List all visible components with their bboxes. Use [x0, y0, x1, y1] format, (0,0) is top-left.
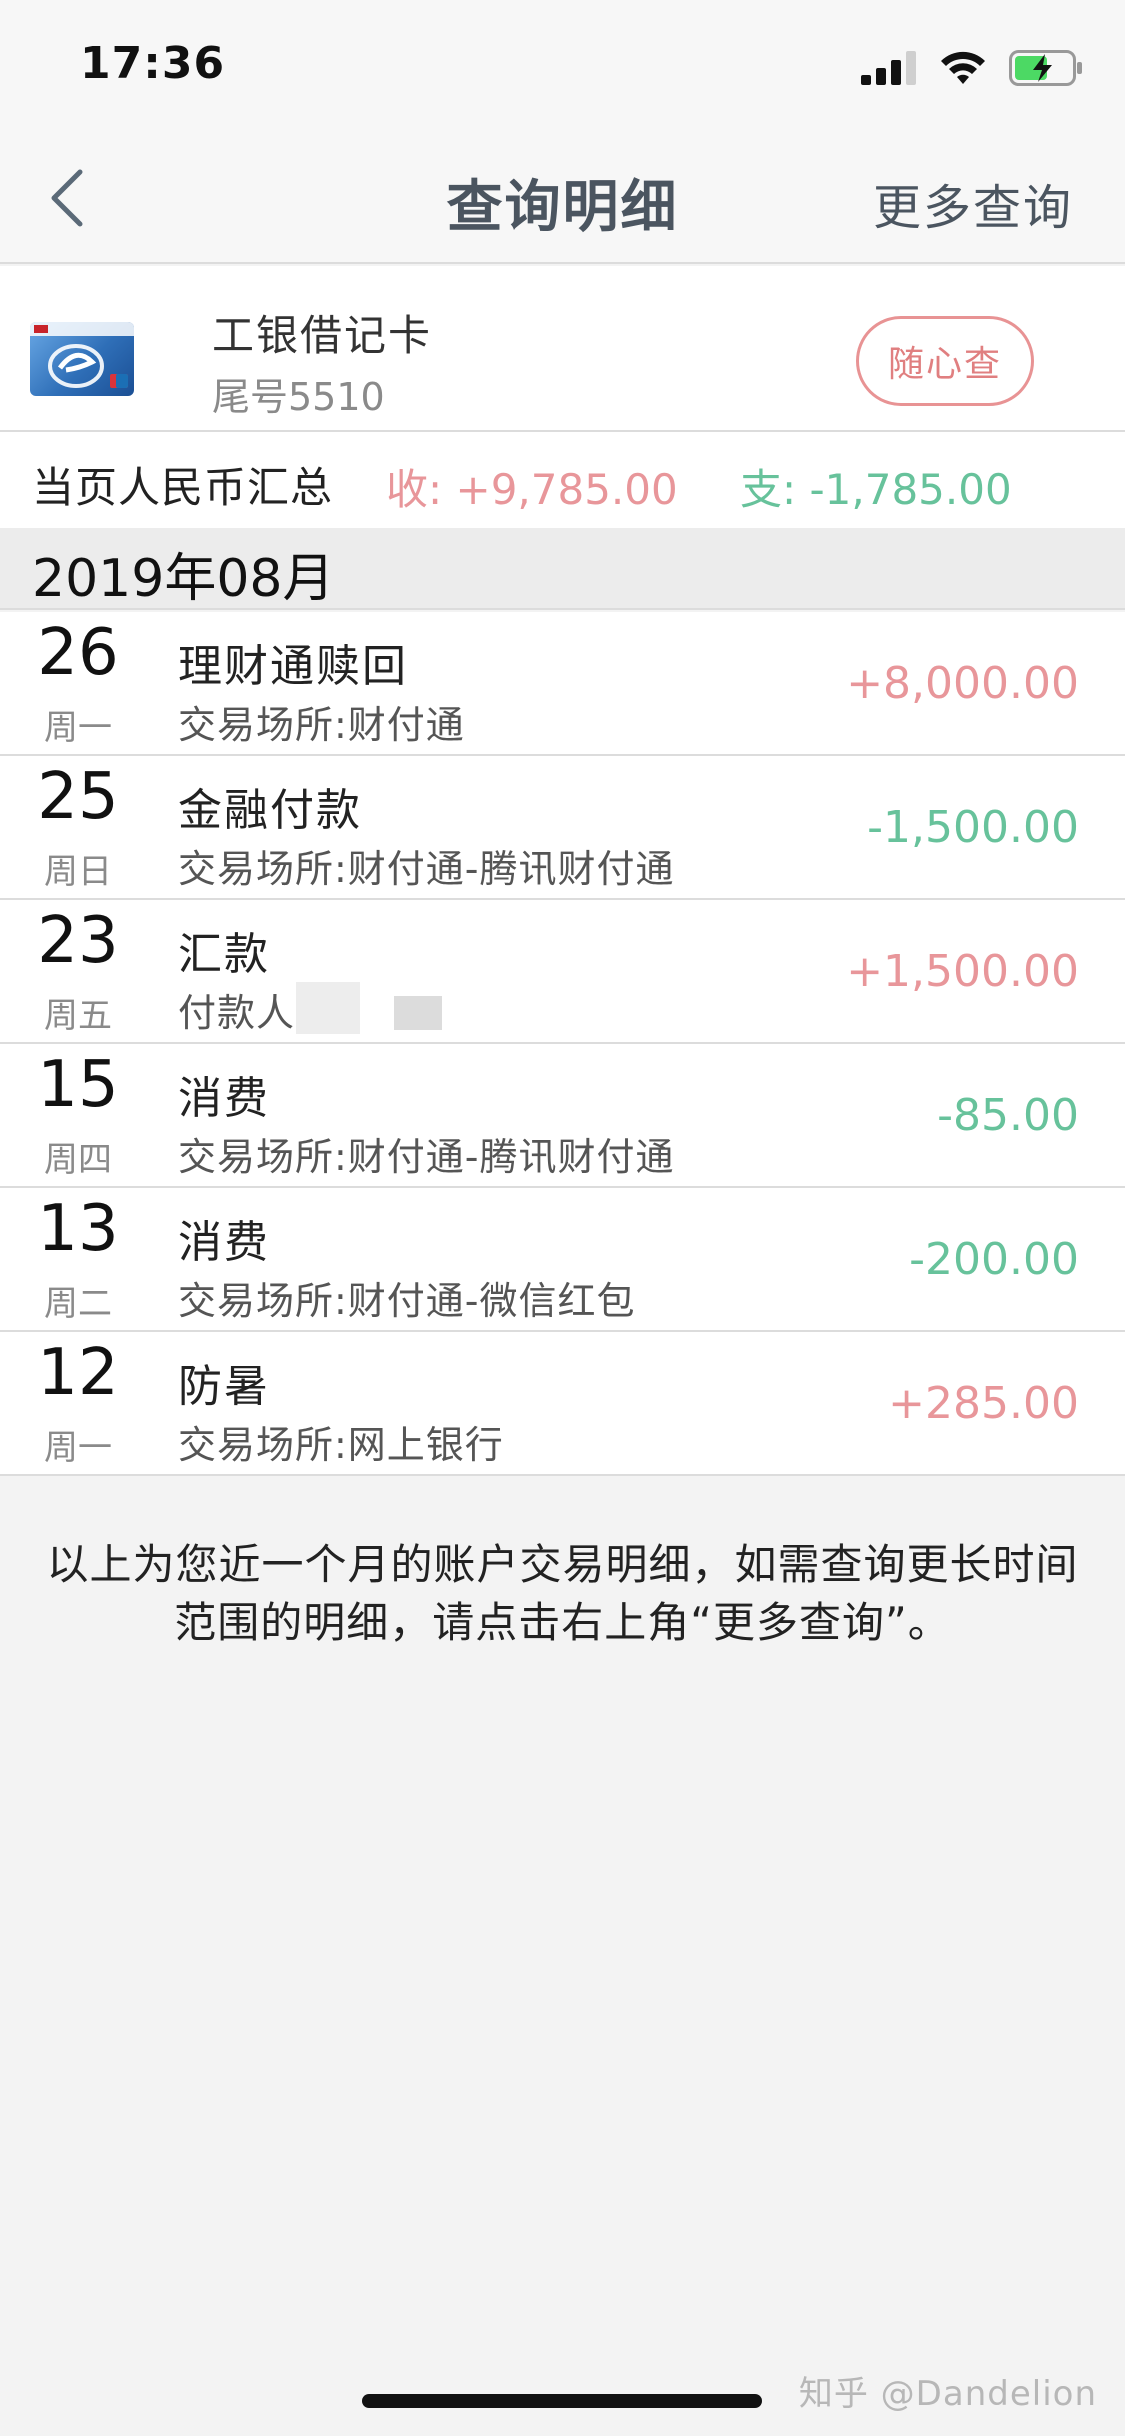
battery-charging-icon — [1009, 50, 1082, 86]
summary-label: 当页人民币汇总 — [32, 463, 334, 512]
chevron-left-icon — [51, 169, 83, 227]
card-tail-number: 尾号5510 — [212, 375, 385, 419]
transaction-day: 25 — [37, 760, 119, 834]
bank-card-logo-icon — [30, 322, 134, 388]
status-icons — [861, 50, 1083, 86]
transaction-day: 23 — [37, 904, 119, 978]
transaction-location: 交易场所:财付通 — [178, 703, 465, 747]
card-row: 工银借记卡 尾号5510 随心查 — [0, 266, 1125, 432]
transaction-location: 交易场所:财付通-腾讯财付通 — [178, 1135, 675, 1179]
transaction-row[interactable]: 25 周日 金融付款 交易场所:财付通-腾讯财付通 -1,500.00 — [0, 756, 1125, 900]
home-indicator[interactable] — [362, 2394, 762, 2408]
nav-bar: 查询明细 更多查询 — [0, 132, 1125, 264]
transaction-weekday: 周四 — [44, 1140, 112, 1180]
transaction-row[interactable]: 15 周四 消费 交易场所:财付通-腾讯财付通 -85.00 — [0, 1044, 1125, 1188]
status-bar: 17:36 — [0, 0, 1125, 132]
more-query-button[interactable]: 更多查询 — [873, 168, 1073, 238]
transaction-title: 消费 — [178, 1073, 270, 1124]
transaction-title: 金融付款 — [178, 785, 362, 836]
footer-note: 以上为您近一个月的账户交易明细，如需查询更长时间范围的明细，请点击右上角“更多查… — [46, 1540, 1079, 1647]
transaction-day: 13 — [37, 1192, 119, 1266]
transaction-location: 交易场所:财付通-微信红包 — [178, 1279, 636, 1323]
transaction-row[interactable]: 23 周五 汇款 付款人 +1,500.00 — [0, 900, 1125, 1044]
page: 17:36 查询明细 更多查询 工银借记卡 尾号5510 随心查 当页人民币汇总… — [0, 0, 1125, 2436]
transaction-title: 理财通赎回 — [178, 641, 408, 692]
transaction-location: 交易场所:网上银行 — [178, 1423, 504, 1467]
transaction-location: 交易场所:财付通-腾讯财付通 — [178, 847, 675, 891]
transaction-amount: -1,500.00 — [867, 802, 1079, 853]
transaction-title: 消费 — [178, 1217, 270, 1268]
transaction-weekday: 周二 — [44, 1284, 112, 1324]
transaction-day: 12 — [37, 1336, 119, 1410]
transaction-row[interactable]: 26 周一 理财通赎回 交易场所:财付通 +8,000.00 — [0, 612, 1125, 756]
transaction-payer: 付款人 — [178, 991, 296, 1035]
watermark: 知乎 @Dandelion — [798, 2374, 1097, 2414]
summary-expense: 支: -1,785.00 — [740, 465, 1012, 514]
transaction-weekday: 周一 — [44, 708, 112, 748]
transaction-amount: +285.00 — [888, 1378, 1079, 1429]
transaction-weekday: 周日 — [44, 852, 112, 892]
status-time: 17:36 — [80, 38, 226, 89]
transaction-list: 26 周一 理财通赎回 交易场所:财付通 +8,000.00 25 周日 金融付… — [0, 612, 1125, 1476]
transaction-day: 26 — [37, 616, 119, 690]
transaction-title: 防暑 — [178, 1361, 270, 1412]
wifi-icon — [941, 51, 985, 84]
back-button[interactable] — [40, 166, 100, 230]
transaction-day: 15 — [37, 1048, 119, 1122]
transaction-row[interactable]: 12 周一 防暑 交易场所:网上银行 +285.00 — [0, 1332, 1125, 1476]
transaction-weekday: 周一 — [44, 1428, 112, 1468]
cellular-signal-icon — [861, 51, 916, 85]
summary-income: 收: +9,785.00 — [386, 465, 678, 514]
redaction-block — [296, 982, 360, 1034]
transaction-amount: +8,000.00 — [846, 658, 1079, 709]
transaction-title: 汇款 — [178, 929, 270, 980]
random-query-button[interactable]: 随心查 — [856, 316, 1034, 406]
transaction-amount: -200.00 — [909, 1234, 1079, 1285]
card-name: 工银借记卡 — [212, 311, 433, 360]
transaction-row[interactable]: 13 周二 消费 交易场所:财付通-微信红包 -200.00 — [0, 1188, 1125, 1332]
transaction-amount: -85.00 — [937, 1090, 1079, 1141]
summary-row: 当页人民币汇总 收: +9,785.00 支: -1,785.00 — [0, 432, 1125, 528]
transaction-amount: +1,500.00 — [846, 946, 1079, 997]
redaction-block — [394, 996, 442, 1030]
month-header: 2019年08月 — [0, 528, 1125, 610]
month-label: 2019年08月 — [32, 549, 335, 609]
transaction-weekday: 周五 — [44, 996, 112, 1036]
bank-card-image — [30, 322, 134, 396]
